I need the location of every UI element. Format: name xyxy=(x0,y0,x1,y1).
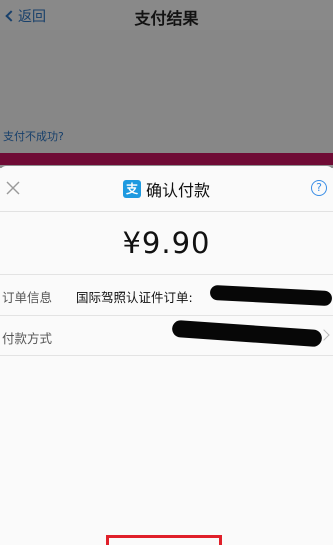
sheet-title: 确认付款 xyxy=(145,181,210,200)
payment-sheet: 支 确认付款 ? ¥9.90 订单信息 国际驾照认证件订单: 付款方式 xyxy=(0,166,333,545)
order-info-value: 国际驾照认证件订单: xyxy=(76,290,193,305)
redaction-mark xyxy=(171,319,323,348)
order-info-row: 订单信息 国际驾照认证件订单: xyxy=(0,274,333,315)
help-icon[interactable]: ? xyxy=(311,180,327,196)
payment-amount: ¥9.90 xyxy=(122,226,211,260)
modal-overlay[interactable] xyxy=(0,0,333,168)
confirm-pay-button-highlight[interactable] xyxy=(106,535,222,545)
redaction-mark xyxy=(209,284,333,307)
sheet-header: 支 确认付款 ? xyxy=(0,166,333,212)
sheet-title-group: 支 确认付款 xyxy=(0,177,333,201)
alipay-logo-icon: 支 xyxy=(122,180,141,198)
order-info-label: 订单信息 xyxy=(2,290,53,305)
payment-method-label: 付款方式 xyxy=(2,331,53,346)
payment-method-row[interactable]: 付款方式 xyxy=(0,315,333,356)
